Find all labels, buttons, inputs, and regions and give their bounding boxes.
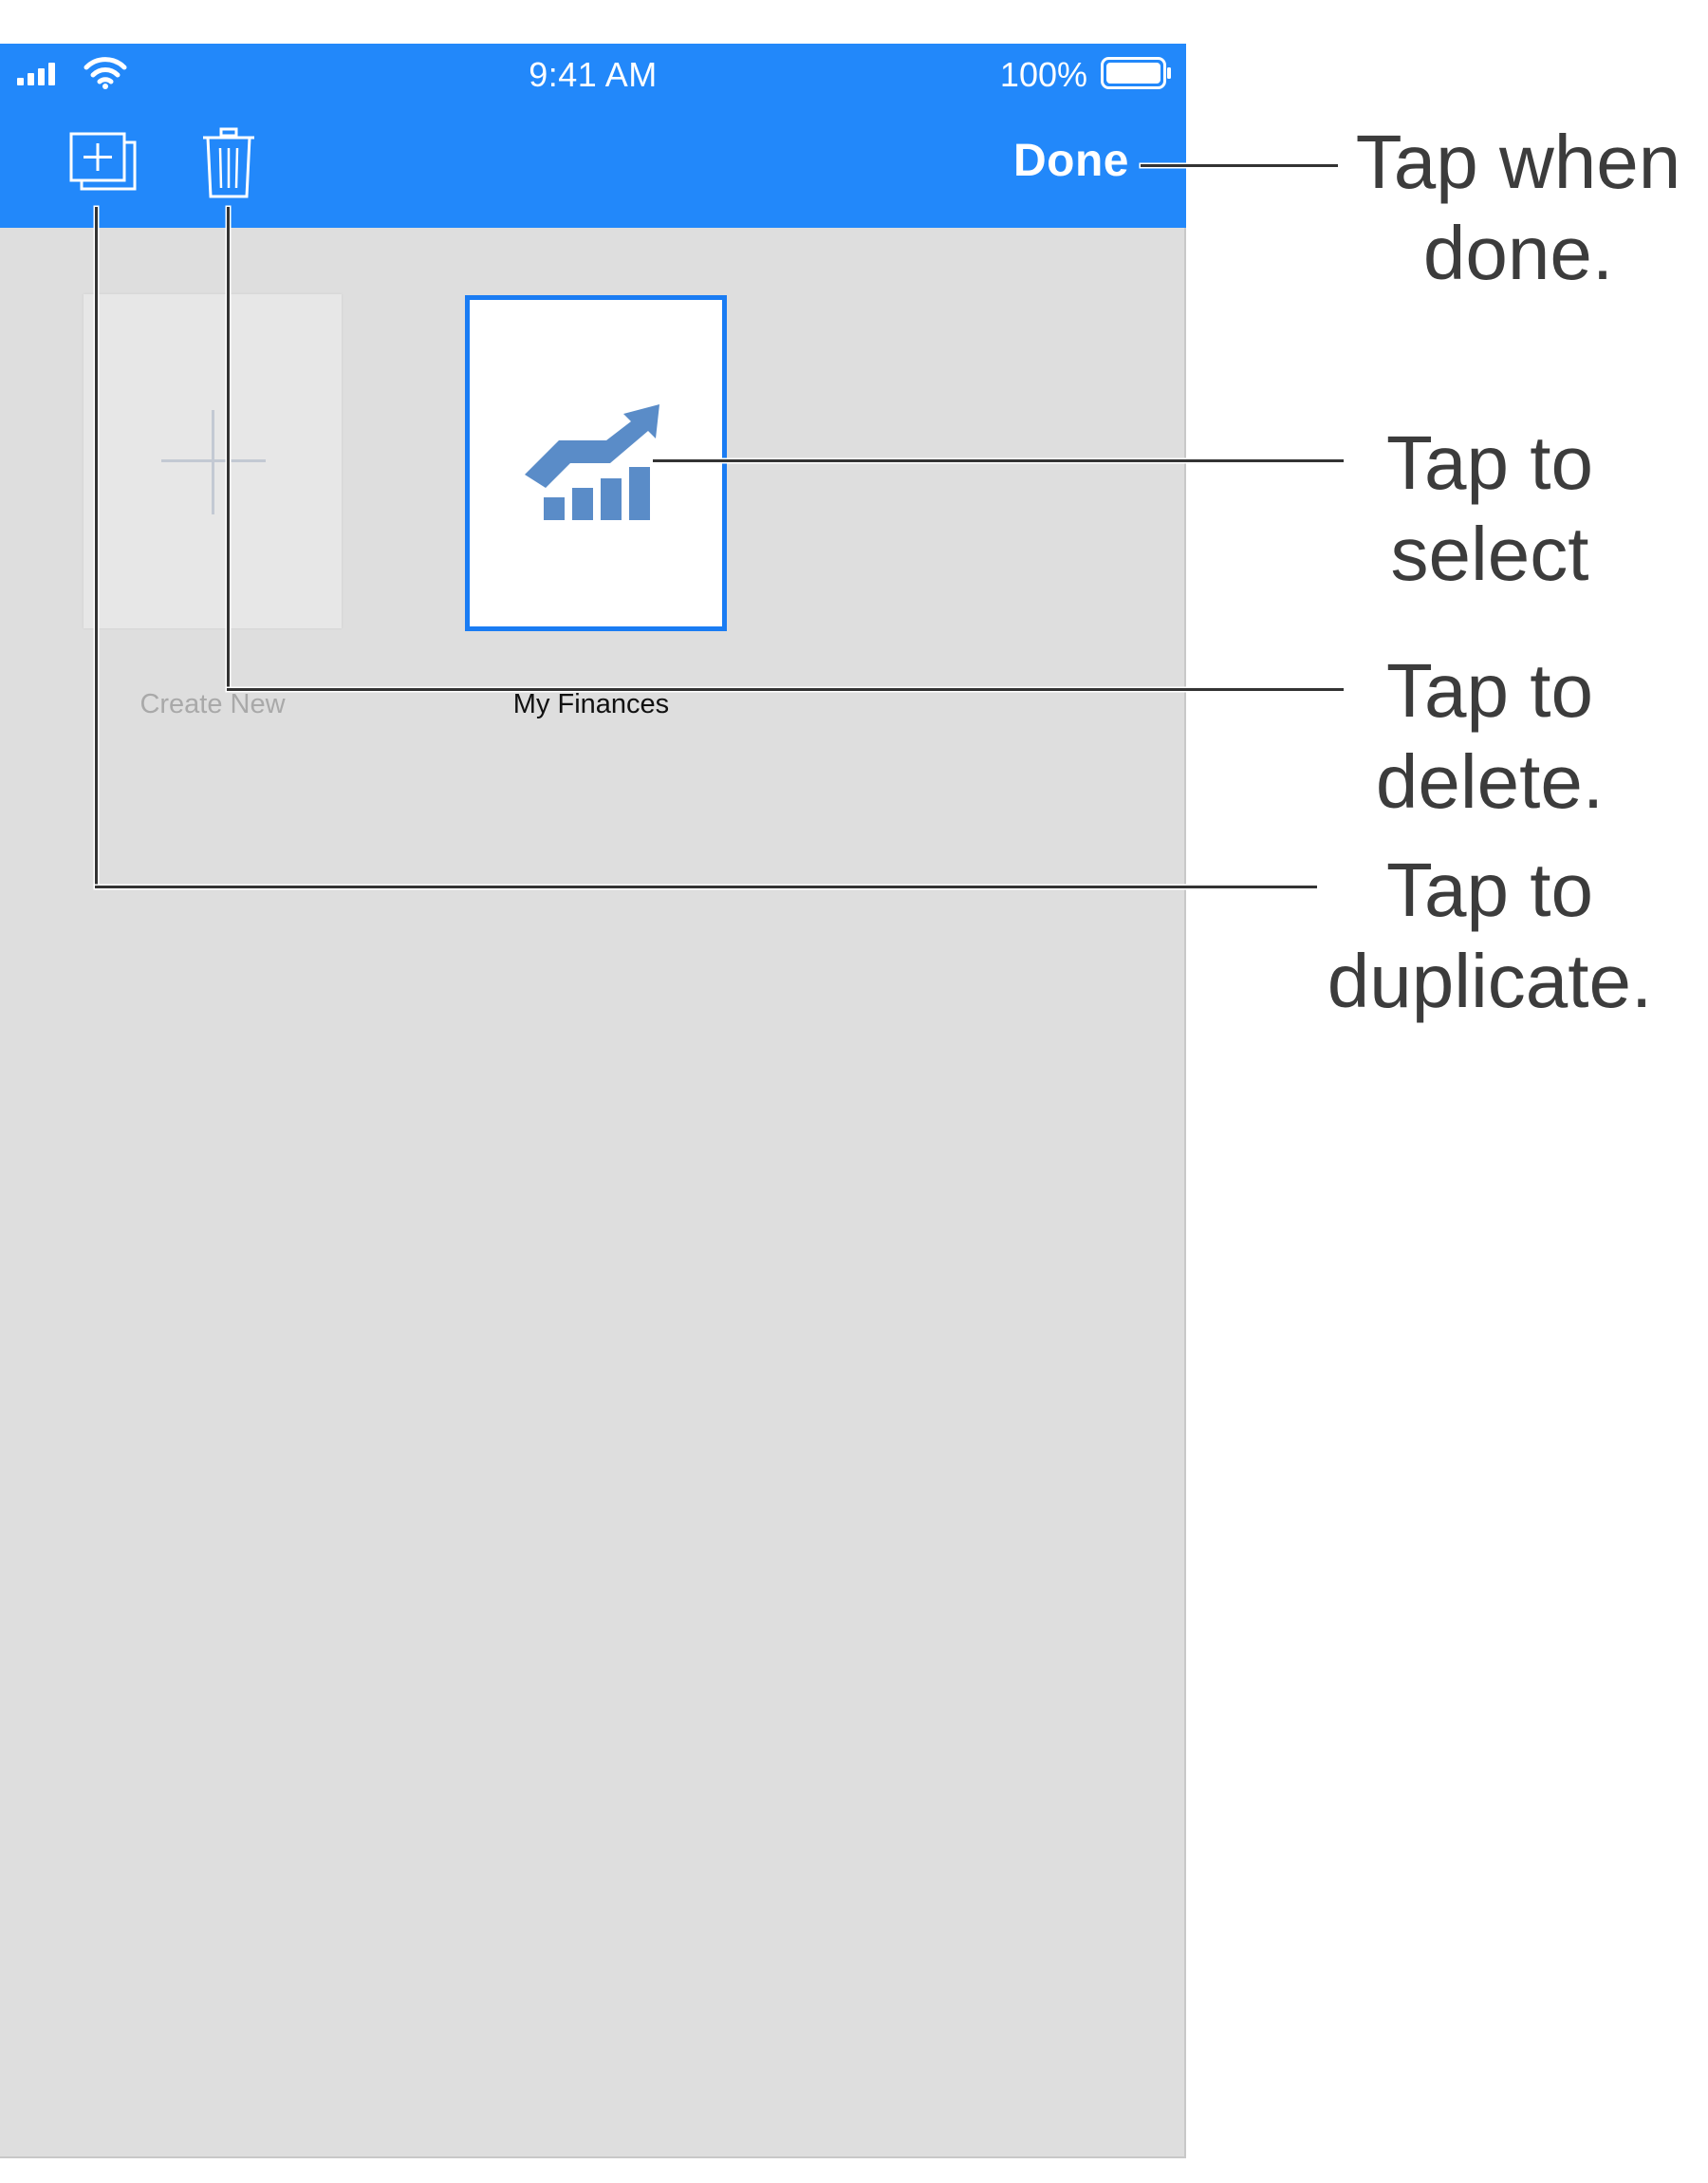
document-tile-my-finances[interactable] bbox=[465, 295, 727, 631]
callout-select-line2: select bbox=[1390, 512, 1589, 596]
battery-percent: 100% bbox=[999, 55, 1087, 94]
trash-icon bbox=[201, 127, 256, 203]
select-leader-line bbox=[653, 459, 1344, 462]
finance-chart-icon bbox=[517, 395, 669, 532]
callout-delete: Tap to delete. bbox=[1324, 645, 1656, 828]
duplicate-icon bbox=[68, 132, 139, 196]
create-new-tile[interactable] bbox=[84, 294, 342, 628]
callout-select-line1: Tap to bbox=[1386, 420, 1593, 505]
callout-duplicate: Tap to duplicate. bbox=[1300, 845, 1680, 1027]
callout-delete-line2: delete. bbox=[1375, 739, 1605, 824]
callout-done-line2: done. bbox=[1422, 211, 1614, 295]
callout-done: Tap when done. bbox=[1338, 117, 1699, 299]
delete-leader-vertical bbox=[227, 207, 230, 691]
status-bar: 9:41 AM 100% bbox=[0, 44, 1186, 104]
done-button[interactable]: Done bbox=[1013, 135, 1129, 187]
callout-delete-line1: Tap to bbox=[1386, 648, 1593, 733]
create-new-label: Create New bbox=[139, 689, 286, 719]
done-leader-line bbox=[1141, 164, 1338, 167]
my-finances-label: My Finances bbox=[512, 689, 670, 719]
callout-duplicate-line2: duplicate. bbox=[1327, 939, 1653, 1023]
navigation-bar: 9:41 AM 100% Done bbox=[0, 44, 1186, 228]
duplicate-leader-vertical bbox=[95, 207, 98, 888]
callout-done-line1: Tap when bbox=[1355, 120, 1681, 204]
phone-screen: 9:41 AM 100% Done Create New My Finances bbox=[0, 44, 1186, 2158]
delete-button[interactable] bbox=[201, 127, 256, 204]
battery-icon bbox=[1101, 57, 1173, 94]
duplicate-leader-line bbox=[95, 886, 1317, 888]
callout-duplicate-line1: Tap to bbox=[1386, 848, 1593, 932]
callout-select: Tap to select bbox=[1324, 418, 1656, 600]
duplicate-button[interactable] bbox=[68, 131, 139, 196]
delete-leader-line bbox=[227, 688, 1344, 691]
